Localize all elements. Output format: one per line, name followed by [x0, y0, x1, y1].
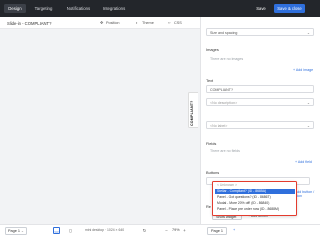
minus-icon: − [165, 228, 168, 233]
chevron-down-icon: ⌄ [306, 30, 310, 35]
dropdown-option[interactable]: Modal - More 20% off! (ID - 86840) [215, 201, 295, 206]
page-tab-label: Page 1 [211, 229, 224, 233]
fields-title: Fields [206, 141, 217, 146]
text-field-value: COMPLIANT? [210, 87, 233, 92]
zoom-out-button[interactable]: − [163, 227, 170, 234]
device-size-label: mini desktop · 1024 × 640 [85, 228, 125, 232]
dropdown-option[interactable]: Panel - Place pre order now (ID - 8688M) [215, 207, 295, 212]
button-target-dropdown[interactable]: < Unknown > Stellar - Compliant? (ID - 8… [212, 181, 297, 216]
position-label: Position [106, 21, 120, 25]
text-title: Text [206, 78, 214, 83]
css-button[interactable]: ‹› CSS [168, 20, 182, 27]
tab-targeting[interactable]: Targeting [30, 4, 57, 13]
bottom-bar [0, 224, 320, 240]
refresh-icon: ↻ [142, 228, 147, 233]
add-page-button[interactable]: + [233, 228, 235, 232]
images-empty-text: There are no images [210, 57, 244, 61]
description-field[interactable]: <No description> ⌄ [206, 98, 314, 106]
page-select[interactable]: Page 1 ⌄ [5, 226, 27, 235]
move-icon: ✥ [100, 21, 104, 25]
chevron-down-icon: ⌄ [20, 228, 24, 233]
tab-integrations[interactable]: Integrations [100, 4, 128, 13]
mobile-view-button[interactable]: ▯ [67, 227, 74, 234]
zoom-in-button[interactable]: + [181, 227, 188, 234]
palette-icon: ◐ [136, 21, 139, 25]
size-spacing-label: Size and spacing [210, 30, 238, 35]
text-field[interactable]: COMPLIANT? [206, 85, 314, 93]
theme-button[interactable]: ◐ Theme [136, 20, 154, 27]
position-button[interactable]: ✥ Position [100, 20, 120, 27]
mobile-icon: ▯ [69, 228, 72, 233]
label-placeholder: <No label> [210, 123, 228, 128]
theme-label: Theme [142, 21, 154, 25]
label-field[interactable]: <No label> ⌄ [206, 121, 314, 129]
page-tab-active[interactable]: Page 1 [207, 226, 227, 235]
breadcrumb: Slide-in - COMPLIANT? [7, 21, 52, 26]
desktop-view-button[interactable]: ▭ [53, 227, 60, 234]
add-field-link[interactable]: + Add field [295, 160, 312, 164]
slide-in-tab-label: COMPLIANT? [190, 100, 194, 126]
slide-in-preview-tab[interactable]: COMPLIANT? [188, 92, 198, 128]
code-icon: ‹› [168, 21, 171, 25]
zoom-level: 79% [172, 228, 180, 232]
canvas-area [0, 17, 200, 224]
page-select-value: Page 1 [8, 229, 21, 233]
css-label: CSS [174, 21, 182, 25]
tab-design[interactable]: Design [4, 4, 26, 13]
dropdown-option[interactable]: Stellar - Compliant? (ID - 8685A) [215, 189, 295, 194]
buttons-title: Buttons [206, 170, 220, 175]
images-title: Images [206, 47, 219, 52]
save-and-close-button[interactable]: Save & close [274, 4, 305, 13]
refresh-button[interactable]: ↻ [141, 227, 148, 234]
re-label: Re [206, 204, 211, 209]
plus-icon: + [183, 228, 186, 233]
size-spacing-section[interactable]: Size and spacing ⌄ [206, 28, 314, 36]
dropdown-hint: < Unknown > [217, 183, 237, 187]
fields-empty-text: There are no fields [210, 149, 240, 153]
add-image-link[interactable]: + Add image [293, 68, 313, 72]
tab-notifications[interactable]: Notifications [63, 4, 94, 13]
dropdown-option[interactable]: Panel - Got questions? (ID - 8686T) [215, 195, 295, 200]
chevron-down-icon: ⌄ [306, 123, 310, 128]
desktop-icon: ▭ [54, 229, 59, 234]
chevron-down-icon: ⌄ [306, 100, 310, 105]
save-button[interactable]: Save [252, 4, 270, 13]
description-placeholder: <No description> [210, 100, 238, 105]
